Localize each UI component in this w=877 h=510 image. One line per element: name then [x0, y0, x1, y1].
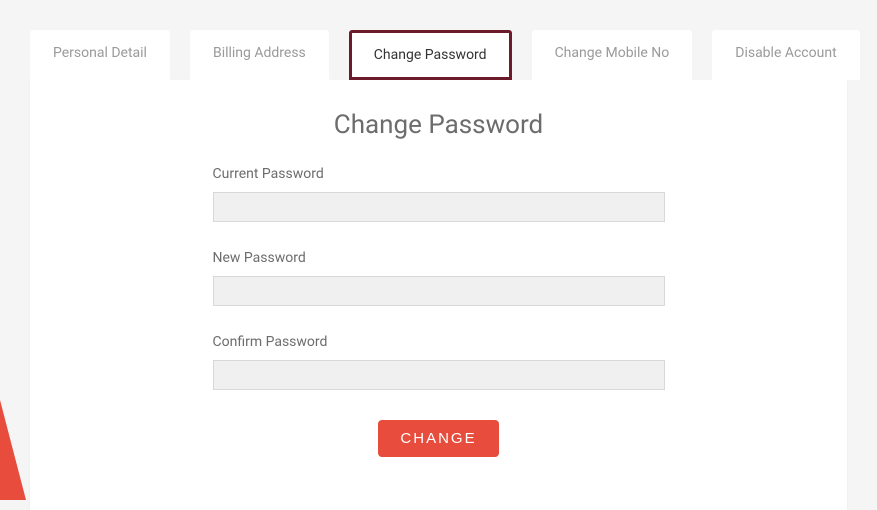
label-confirm-password: Confirm Password — [213, 334, 665, 350]
input-new-password[interactable] — [213, 276, 665, 306]
tab-disable-account[interactable]: Disable Account — [712, 30, 859, 80]
tab-change-mobile-no[interactable]: Change Mobile No — [532, 30, 693, 80]
input-confirm-password[interactable] — [213, 360, 665, 390]
change-button[interactable]: CHANGE — [378, 420, 498, 457]
panel-title: Change Password — [90, 110, 787, 140]
label-new-password: New Password — [213, 250, 665, 266]
change-password-form: Current Password New Password Confirm Pa… — [213, 166, 665, 457]
panel-change-password: Change Password Current Password New Pas… — [30, 80, 847, 510]
field-confirm-password: Confirm Password — [213, 334, 665, 390]
tab-personal-detail[interactable]: Personal Detail — [30, 30, 170, 80]
input-current-password[interactable] — [213, 192, 665, 222]
field-current-password: Current Password — [213, 166, 665, 222]
tab-change-password[interactable]: Change Password — [349, 30, 512, 80]
decor-triangle — [0, 400, 26, 500]
label-current-password: Current Password — [213, 166, 665, 182]
tabs-bar: Personal Detail Billing Address Change P… — [0, 0, 877, 80]
tab-billing-address[interactable]: Billing Address — [190, 30, 329, 80]
submit-row: CHANGE — [213, 420, 665, 457]
field-new-password: New Password — [213, 250, 665, 306]
